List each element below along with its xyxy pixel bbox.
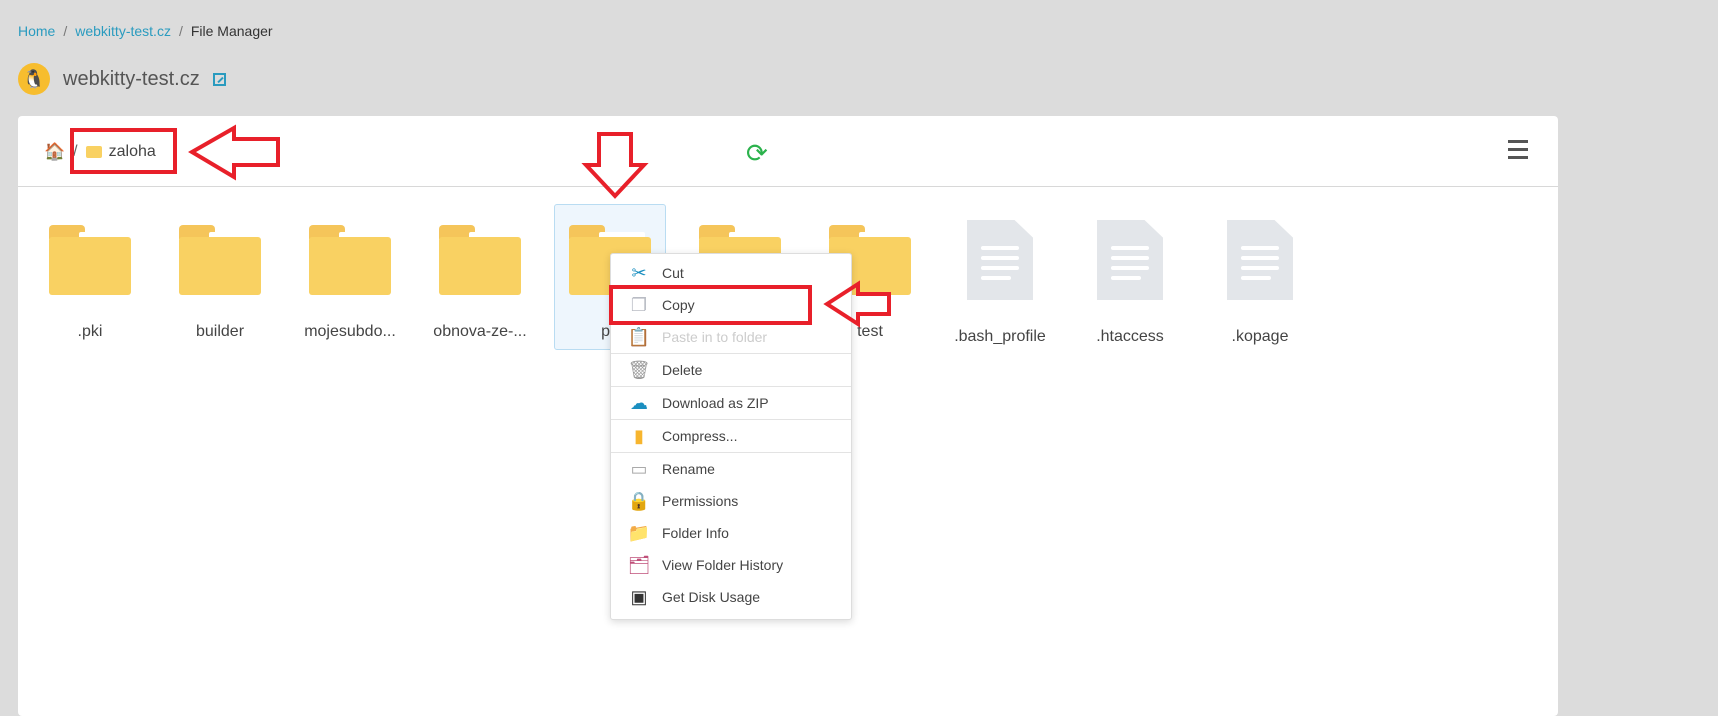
annotation-box-copy [609, 285, 812, 325]
annotation-overlay [70, 124, 891, 328]
annotation-arrow-copy [823, 280, 891, 328]
annotation-box-path [70, 128, 177, 174]
annotation-arrow-down [581, 132, 649, 199]
annotation-arrow-left [188, 124, 280, 181]
